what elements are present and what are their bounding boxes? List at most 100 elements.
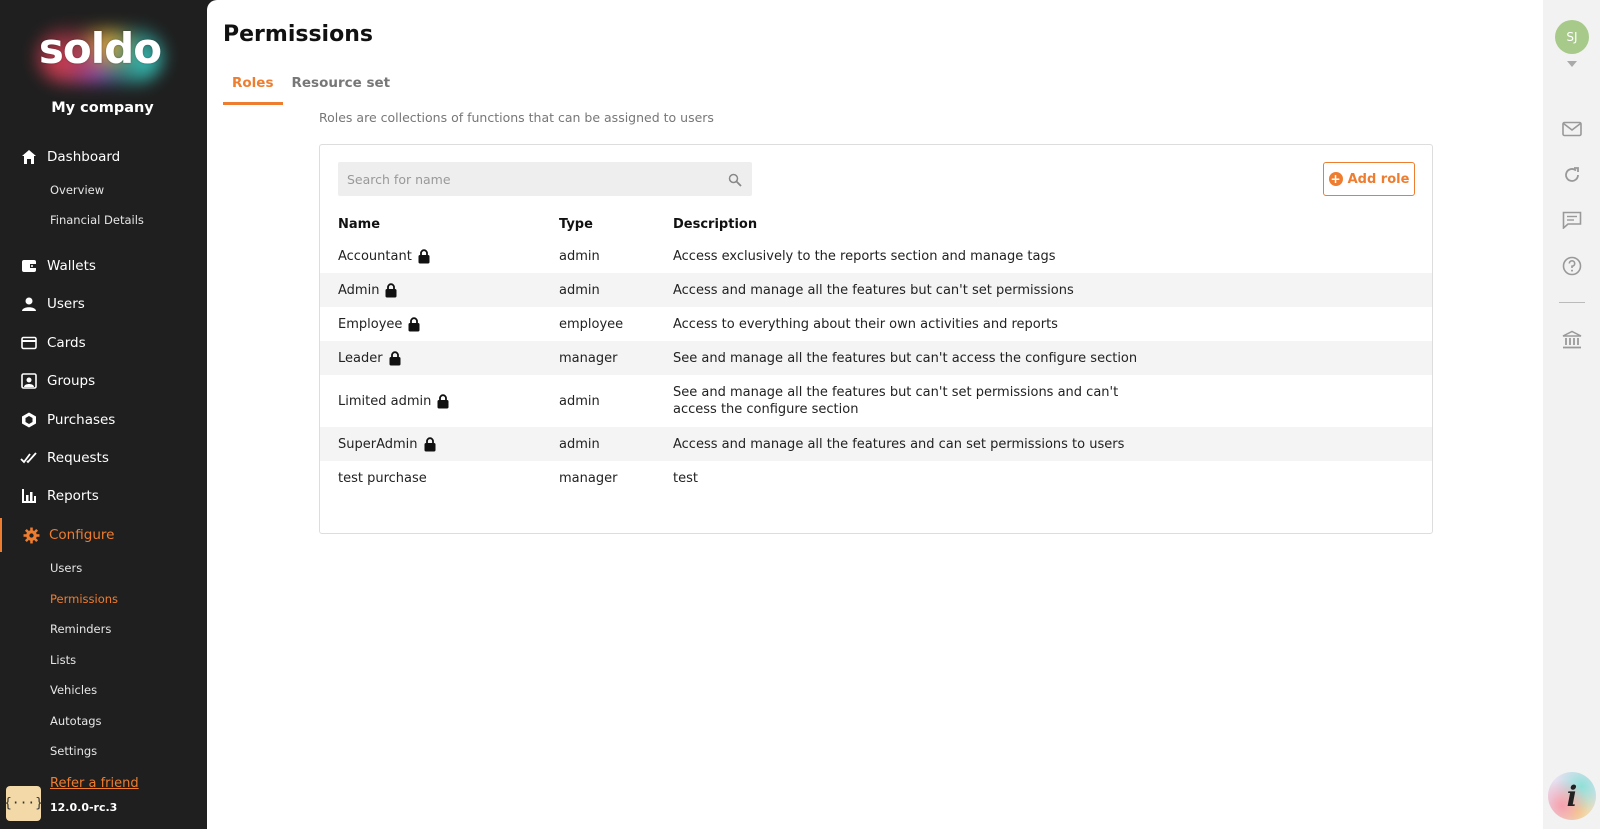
role-name-cell: Accountant <box>338 239 430 273</box>
dev-badge[interactable]: {···} <box>4 786 43 821</box>
sidebar-item-groups[interactable]: Groups <box>0 364 205 398</box>
search-box <box>338 162 752 196</box>
lock-icon <box>385 282 397 297</box>
add-role-label: Add role <box>1347 171 1410 187</box>
sidebar-subitem-overview[interactable]: Overview <box>50 183 104 197</box>
column-header-description[interactable]: Description <box>673 217 757 232</box>
sidebar-subitem-financial-details[interactable]: Financial Details <box>50 213 144 227</box>
sidebar-subitem-autotags[interactable]: Autotags <box>50 714 102 728</box>
sidebar-subitem-users[interactable]: Users <box>50 561 82 575</box>
column-header-type[interactable]: Type <box>559 217 593 232</box>
sidebar: soldo My company Dashboard Overview Fina… <box>0 0 207 829</box>
table-row[interactable]: Employee employee Access to everything a… <box>320 307 1432 341</box>
requests-icon <box>20 449 38 467</box>
help-icon[interactable] <box>1561 255 1583 277</box>
role-type: manager <box>559 470 618 486</box>
role-name: SuperAdmin <box>338 436 418 452</box>
sidebar-item-dashboard[interactable]: Dashboard <box>0 140 205 174</box>
mail-icon[interactable] <box>1561 118 1583 140</box>
role-type: admin <box>559 248 600 264</box>
role-description: Access and manage all the features and c… <box>673 436 1125 452</box>
sidebar-subitem-settings[interactable]: Settings <box>50 744 97 758</box>
role-type: admin <box>559 393 600 409</box>
company-name[interactable]: My company <box>0 100 205 116</box>
role-name: test purchase <box>338 470 427 486</box>
role-description: Access exclusively to the reports sectio… <box>673 248 1056 264</box>
roles-card: + Add role Name Type Description Account… <box>319 144 1433 534</box>
sidebar-item-purchases[interactable]: Purchases <box>0 403 205 437</box>
table-row[interactable]: test purchase manager test <box>320 461 1432 495</box>
tab-roles[interactable]: Roles <box>223 70 283 105</box>
role-name-cell: Admin <box>338 273 397 307</box>
tab-bar: Roles Resource set <box>223 70 399 105</box>
reports-icon <box>20 487 38 505</box>
card-icon <box>20 334 38 352</box>
plus-circle-icon: + <box>1328 172 1343 186</box>
table-row[interactable]: Leader manager See and manage all the fe… <box>320 341 1432 375</box>
sidebar-subitem-lists[interactable]: Lists <box>50 653 76 667</box>
sidebar-item-users[interactable]: Users <box>0 287 205 321</box>
info-icon: i <box>1566 779 1578 813</box>
avatar[interactable]: SJ <box>1555 20 1589 54</box>
sidebar-subitem-vehicles[interactable]: Vehicles <box>50 683 97 697</box>
table-row[interactable]: Accountant admin Access exclusively to t… <box>320 239 1432 273</box>
sidebar-item-label: Wallets <box>47 258 96 274</box>
role-name: Employee <box>338 316 403 332</box>
tab-resource-set[interactable]: Resource set <box>283 70 400 105</box>
sidebar-item-label: Dashboard <box>47 149 121 165</box>
role-name: Limited admin <box>338 393 432 409</box>
sidebar-subitem-permissions[interactable]: Permissions <box>50 592 118 606</box>
chevron-down-icon[interactable] <box>1567 61 1577 67</box>
sidebar-item-wallets[interactable]: Wallets <box>0 249 205 283</box>
sidebar-item-requests[interactable]: Requests <box>0 441 205 475</box>
gear-icon <box>22 526 40 544</box>
logo-text: soldo <box>38 24 162 73</box>
wallet-icon <box>20 257 38 275</box>
sidebar-item-label: Cards <box>47 335 86 351</box>
table-row[interactable]: Admin admin Access and manage all the fe… <box>320 273 1432 307</box>
lock-icon <box>418 248 430 263</box>
info-button[interactable]: i <box>1548 772 1596 820</box>
purchases-icon <box>20 411 38 429</box>
role-name: Leader <box>338 350 383 366</box>
user-icon <box>20 295 38 313</box>
role-type: admin <box>559 282 600 298</box>
role-description: See and manage all the features but can'… <box>673 385 1119 417</box>
role-name-cell: SuperAdmin <box>338 427 436 461</box>
search-icon[interactable] <box>728 172 742 187</box>
sidebar-item-cards[interactable]: Cards <box>0 326 205 360</box>
soldo-logo[interactable]: soldo <box>30 22 170 84</box>
sidebar-item-label: Requests <box>47 450 109 466</box>
role-name-cell: test purchase <box>338 461 427 495</box>
lock-icon <box>437 393 449 408</box>
column-header-name[interactable]: Name <box>338 217 380 232</box>
search-input[interactable] <box>338 162 718 196</box>
role-name-cell: Employee <box>338 307 420 341</box>
sidebar-item-label: Reports <box>47 488 99 504</box>
groups-icon <box>20 372 38 390</box>
refer-a-friend-link[interactable]: Refer a friend <box>50 776 139 791</box>
add-role-button[interactable]: + Add role <box>1323 162 1415 196</box>
roles-table-body: Accountant admin Access exclusively to t… <box>320 239 1432 495</box>
lock-icon <box>408 316 420 331</box>
table-row[interactable]: Limited admin admin See and manage all t… <box>320 375 1432 427</box>
refresh-icon[interactable] <box>1561 164 1583 186</box>
bank-icon[interactable] <box>1561 329 1583 351</box>
role-name-cell: Leader <box>338 341 401 375</box>
role-type: manager <box>559 350 618 366</box>
version-label: 12.0.0-rc.3 <box>50 801 118 814</box>
role-type: admin <box>559 436 600 452</box>
sidebar-item-reports[interactable]: Reports <box>0 479 205 513</box>
rail-divider <box>1559 302 1585 303</box>
lock-icon <box>389 350 401 365</box>
right-rail: SJ i <box>1543 0 1600 829</box>
table-row[interactable]: SuperAdmin admin Access and manage all t… <box>320 427 1432 461</box>
chat-icon[interactable] <box>1561 209 1583 231</box>
sidebar-subitem-reminders[interactable]: Reminders <box>50 622 111 636</box>
page-title: Permissions <box>223 22 373 47</box>
sidebar-item-configure[interactable]: Configure <box>0 518 205 552</box>
main-content: Permissions Roles Resource set Roles are… <box>207 0 1543 829</box>
lock-icon <box>424 436 436 451</box>
role-description: Access to everything about their own act… <box>673 316 1058 332</box>
role-name: Admin <box>338 282 380 298</box>
